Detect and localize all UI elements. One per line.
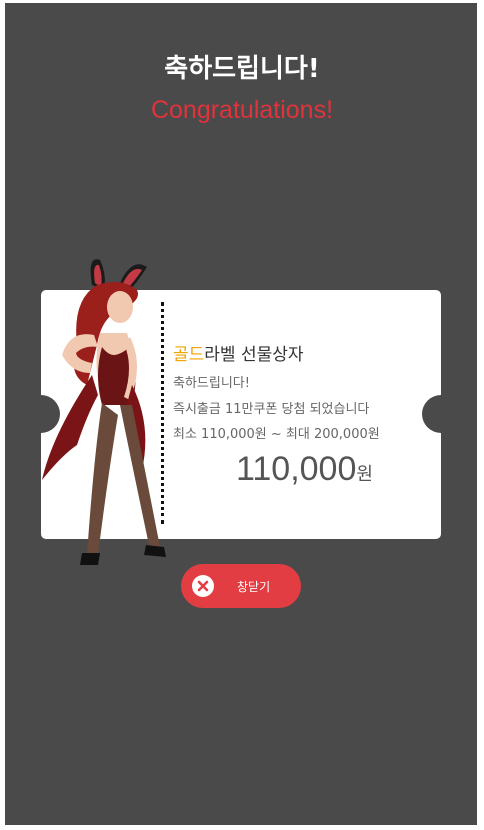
- prize-amount-unit: 원: [356, 464, 373, 484]
- bunny-girl-illustration: [42, 259, 166, 565]
- prize-name: 골드라벨 선물상자: [173, 340, 304, 365]
- prize-amount: 110,000원: [236, 450, 373, 489]
- congrats-title-english: Congratulations!: [150, 96, 334, 124]
- prize-range-text: 최소 110,000원 ~ 최대 200,000원: [173, 427, 380, 442]
- close-icon: [192, 575, 214, 597]
- ticket-notch-right: [422, 395, 460, 433]
- prize-name-gold: 골드: [173, 345, 205, 365]
- prize-congrats-text: 축하드립니다!: [173, 376, 250, 391]
- close-window-button[interactable]: 창닫기: [181, 564, 301, 608]
- prize-name-rest: 라벨 선물상자: [204, 345, 304, 365]
- close-window-label: 창닫기: [237, 580, 271, 594]
- prize-coupon-text: 즉시출금 11만쿠폰 당첨 되었습니다: [173, 402, 370, 417]
- prize-amount-value: 110,000: [236, 450, 357, 488]
- congrats-title-korean: 축하드립니다!: [164, 54, 320, 84]
